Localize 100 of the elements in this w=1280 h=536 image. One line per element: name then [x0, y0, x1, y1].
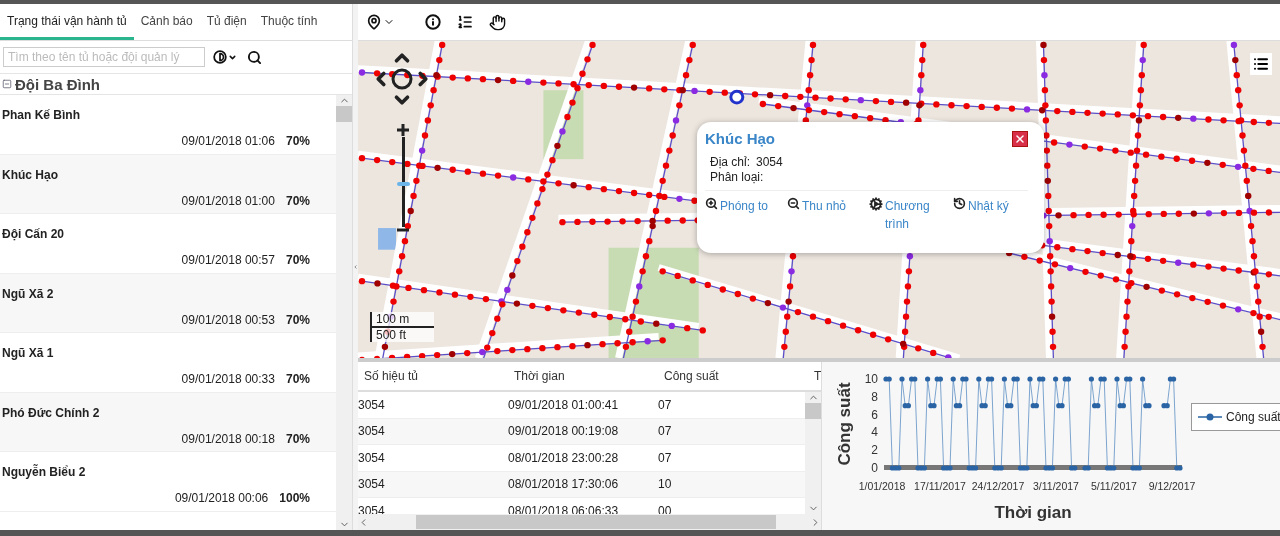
y-tick-label: 10	[864, 372, 878, 386]
scrollbar[interactable]	[805, 392, 821, 514]
table-cell-text: 09/01/2018 01:00:41	[508, 397, 620, 412]
table-cell-text: 3054	[358, 424, 386, 439]
table-cell-text: 09/01/2018 00:19:08	[508, 424, 620, 439]
contrast-icon	[213, 50, 227, 64]
cabinet-name: Khúc Hạo	[2, 167, 58, 182]
cabinet-time: 09/01/2018 00:57	[181, 253, 275, 267]
cabinet-power: 70%	[285, 372, 310, 386]
zoom-slider-thumb[interactable]	[396, 182, 410, 186]
cabinet-name: Ngũ Xã 1	[2, 346, 54, 360]
chart-legend: Công suất	[1191, 403, 1280, 431]
cabinet-power: 70%	[285, 431, 310, 446]
close-button[interactable]	[1012, 130, 1028, 147]
cabinet-name: Ngũ Xã 2	[2, 286, 54, 301]
cabinet-name: Nguyễn Biểu 2	[2, 465, 86, 479]
scrollbar[interactable]	[336, 95, 352, 530]
gears-icon	[869, 197, 883, 211]
popup-action-link[interactable]: Phóng to	[705, 197, 787, 233]
table-cell-text: 08/01/2018 17:30:06	[508, 477, 620, 492]
collapse-handle-icon[interactable]	[353, 264, 358, 270]
close-icon	[1014, 132, 1026, 145]
table-cell-text: 07	[658, 450, 673, 465]
column-header[interactable]: Công suất	[658, 369, 808, 383]
x-tick-label: 1/01/2018	[858, 480, 906, 492]
cabinet-power: 100%	[279, 491, 310, 505]
table-cell-text: 00	[658, 503, 673, 514]
table-cell-text: 3054	[358, 397, 386, 412]
cabinet-item[interactable]: Ngũ Xã 2 09/01/2018 00:53 70%	[0, 273, 336, 333]
cabinet-name: Phan Kế Bình	[2, 108, 80, 122]
scale-label: 500 ft	[372, 328, 434, 342]
field-label: Địa chỉ:	[710, 155, 750, 169]
table-cell-text: 07	[658, 397, 673, 412]
search-field[interactable]: Tìm theo tên tủ hoặc đội quản lý	[3, 47, 205, 67]
x-axis-title: Thời gian	[994, 503, 1072, 522]
zoom-out-icon	[787, 197, 800, 210]
cabinet-power: 70%	[285, 193, 310, 208]
x-tick-label: 3/11/2017	[1033, 480, 1079, 492]
cabinet-item[interactable]: Khúc Hạo 09/01/2018 01:00 70%	[0, 154, 336, 214]
legend-marker-icon	[1198, 413, 1222, 421]
popup-action-link[interactable]: Thu nhỏ	[787, 197, 869, 233]
table-cell-text: 3054	[358, 503, 386, 514]
horizontal-scrollbar[interactable]	[358, 514, 821, 530]
y-tick-label: 8	[871, 389, 878, 404]
info-icon	[425, 14, 441, 30]
column-header[interactable]: Thời gian	[508, 369, 658, 383]
popup-title: Khúc Hạo	[705, 130, 775, 147]
y-tick-label: 0	[871, 461, 878, 475]
table-cell-text: 08/01/2018 23:00:28	[508, 450, 620, 465]
x-tick-label: 5/11/2017	[1091, 480, 1137, 492]
cabinet-item[interactable]: Phó Đức Chính 2 09/01/2018 00:18 70%	[0, 392, 336, 452]
table-cell-text: 3054	[358, 450, 386, 465]
table-cell-text: 10	[658, 477, 673, 492]
scroll-thumb[interactable]	[805, 403, 821, 419]
y-tick-label: 2	[871, 443, 878, 458]
history-icon	[953, 197, 966, 210]
x-tick-label: 17/11/2017	[914, 480, 966, 492]
cabinet-name: Phó Đức Chính 2	[2, 405, 100, 420]
cabinet-time: 09/01/2018 01:00	[181, 193, 275, 208]
cabinet-name: Đội Cấn 20	[2, 227, 64, 241]
info-tool-button[interactable]	[423, 12, 443, 32]
cabinet-power: 70%	[285, 134, 310, 148]
pan-center-button[interactable]	[391, 68, 413, 90]
field-value: 3054	[756, 155, 783, 169]
cabinet-time: 09/01/2018 00:53	[181, 312, 275, 327]
collapse-icon[interactable]	[2, 79, 12, 89]
group-title: Đội Ba Đình	[15, 75, 100, 93]
x-tick-label: 9/12/2017	[1148, 480, 1196, 492]
layers-list-button[interactable]	[1250, 53, 1272, 75]
tab[interactable]: Trạng thái vận hành tủ	[0, 4, 134, 40]
y-axis-title: Công suất	[835, 382, 854, 466]
tab[interactable]: Tủ điện	[199, 4, 254, 40]
table-cell-text: 3054	[358, 477, 386, 492]
scroll-thumb[interactable]	[415, 515, 776, 529]
column-header[interactable]: T	[808, 369, 821, 383]
cabinet-power: 70%	[285, 312, 310, 327]
tab[interactable]: Thuộc tính	[253, 4, 325, 40]
cabinet-time: 09/01/2018 00:18	[181, 431, 275, 446]
column-header[interactable]: Số hiệu tủ	[358, 369, 508, 383]
zoom-in-button[interactable]	[396, 123, 410, 137]
hand-icon	[489, 13, 506, 31]
zoom-in-icon	[705, 197, 718, 210]
list-icon	[1253, 56, 1269, 72]
field-label: Phân loại:	[710, 170, 764, 184]
cabinet-time: 09/01/2018 00:33	[181, 372, 275, 386]
zoom-out-button[interactable]	[396, 227, 410, 233]
scroll-thumb[interactable]	[336, 106, 352, 122]
popup-action-link[interactable]: Nhật ký	[953, 197, 1033, 233]
cabinet-time: 09/01/2018 00:06	[174, 491, 269, 505]
y-tick-label: 4	[871, 425, 878, 440]
y-tick-label: 6	[871, 407, 878, 422]
tab[interactable]: Cảnh báo	[133, 4, 200, 40]
map-pin-icon	[366, 14, 382, 30]
cabinet-power: 70%	[285, 253, 310, 267]
x-tick-label: 24/12/2017	[971, 480, 1025, 492]
cabinet-time: 09/01/2018 01:06	[181, 134, 275, 148]
table-cell-text: 08/01/2018 06:06:33	[508, 503, 620, 514]
popup-action-link[interactable]: Chương trình	[869, 197, 953, 233]
ordered-list-icon	[457, 14, 473, 30]
table-cell-text: 07	[658, 424, 673, 439]
